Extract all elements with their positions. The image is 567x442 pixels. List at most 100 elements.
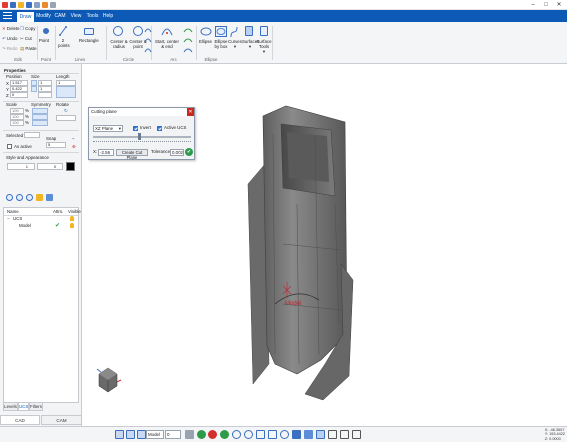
ucs-folder-icon[interactable] (36, 194, 43, 201)
position-z-input[interactable]: 0 (10, 92, 28, 98)
view-cube-icon[interactable] (96, 367, 122, 393)
new-file-icon[interactable] (10, 2, 16, 8)
ucs-copy-icon[interactable] (26, 194, 33, 201)
close-icon[interactable]: ✕ (553, 0, 565, 10)
copy-button[interactable]: ❐ Copy (20, 26, 35, 31)
zoom-window-icon[interactable] (244, 430, 253, 439)
curves-button[interactable]: Curves ▾ (228, 39, 242, 49)
undo-button[interactable]: ↶ Undo (2, 36, 17, 41)
arc-small-tools-icon[interactable] (144, 26, 152, 56)
ucs-world-icon[interactable] (115, 430, 124, 439)
menu-tools[interactable]: Tools (85, 10, 100, 22)
ucs-view-icon[interactable] (137, 430, 146, 439)
tolerance-input[interactable]: 0.002 (170, 149, 184, 156)
cut-button[interactable]: ✂ Cut (20, 36, 32, 41)
rotate-input[interactable] (56, 115, 76, 121)
line-two-points-icon[interactable] (59, 26, 67, 36)
measure-icon[interactable] (340, 430, 349, 439)
two-points-button[interactable]: 2 points (58, 38, 70, 48)
active-ucs-checkbox[interactable] (157, 126, 162, 131)
point-icon[interactable] (43, 28, 49, 34)
arc-extra-tools-icon[interactable] (183, 26, 193, 56)
ellipse-icon[interactable] (200, 27, 212, 36)
snap-target-icon[interactable]: ⊕ (72, 144, 76, 150)
menu-help[interactable]: Help (101, 10, 115, 22)
ellipse-button[interactable]: Ellipse (199, 39, 212, 44)
visible-bulb-icon[interactable] (70, 216, 74, 221)
tab-ucs[interactable]: UCS (18, 403, 29, 411)
tree-item-ucs[interactable]: UCS (13, 216, 22, 221)
symmetry-z-button[interactable] (32, 120, 48, 126)
confirm-check-icon[interactable]: ✔ (185, 148, 193, 156)
scale-z-input[interactable]: 100 (10, 120, 24, 126)
level-select[interactable]: 0 (165, 430, 181, 439)
line-width-select[interactable]: 0 (37, 163, 63, 170)
menu-modify[interactable]: Modify (35, 10, 52, 22)
quick-undo-icon[interactable] (42, 2, 48, 8)
rectangle-icon[interactable] (84, 28, 94, 35)
pan-icon[interactable] (268, 430, 277, 439)
line-style-select[interactable]: 1 (7, 163, 35, 170)
ellipse-by-box-icon[interactable] (215, 26, 227, 37)
snap-input[interactable]: 5 (46, 142, 66, 148)
record-icon[interactable] (208, 430, 217, 439)
shading-icon[interactable] (316, 430, 325, 439)
ucs-edit-icon[interactable] (16, 194, 23, 201)
color-swatch[interactable] (66, 162, 75, 171)
ortho-icon[interactable] (220, 430, 229, 439)
menu-draw[interactable]: Draw (17, 12, 34, 22)
rotate-icon[interactable]: ↻ (64, 108, 68, 114)
size-z-input[interactable] (38, 92, 52, 98)
surfaces-icon[interactable] (245, 26, 253, 36)
settings-icon[interactable] (352, 430, 361, 439)
create-cut-plane-button[interactable]: Create Cut Plane (116, 149, 148, 160)
delete-button[interactable]: ✕ Delete (2, 26, 20, 31)
hamburger-menu-icon[interactable] (3, 12, 12, 20)
selected-input[interactable] (24, 132, 40, 138)
paste-button[interactable]: ▤ Paste (20, 46, 37, 51)
save-icon[interactable] (26, 2, 32, 8)
surface-tools-icon[interactable] (260, 26, 268, 36)
tab-cad[interactable]: CAD (0, 415, 40, 425)
plane-slider-track[interactable] (93, 136, 191, 138)
as-active-checkbox[interactable] (7, 144, 12, 149)
redo-button[interactable]: ↷ Redo (2, 46, 17, 51)
ucs-local-icon[interactable] (126, 430, 135, 439)
plane-slider-handle[interactable] (138, 133, 141, 140)
start-center-end-button[interactable]: Start, center & end (154, 39, 180, 49)
print-icon[interactable] (34, 2, 40, 8)
menu-cam[interactable]: CAM (53, 10, 67, 22)
surface-tools-button[interactable]: Surface Tools ▾ (256, 39, 272, 54)
circle-center-radius-icon[interactable] (113, 26, 123, 36)
rectangle-button[interactable]: Rectangle (79, 38, 99, 43)
cut-plane-icon[interactable] (328, 430, 337, 439)
open-file-icon[interactable] (18, 2, 24, 8)
printer-icon[interactable] (185, 430, 194, 439)
dialog-close-icon[interactable]: ✕ (187, 108, 194, 116)
circle-center-point-icon[interactable] (133, 26, 143, 36)
maximize-icon[interactable]: □ (540, 0, 552, 10)
view-front-icon[interactable] (292, 430, 301, 439)
zoom-icon[interactable] (232, 430, 241, 439)
invert-checkbox[interactable] (133, 126, 138, 131)
tab-levels[interactable]: Levels (3, 403, 18, 411)
view-iso-icon[interactable] (304, 430, 313, 439)
center-radius-button[interactable]: Center & radius (110, 39, 128, 49)
arc-start-center-end-icon[interactable] (161, 25, 173, 37)
snap-magnet-icon[interactable]: ⌁ (72, 136, 75, 142)
x-value-input[interactable]: -2.56 (98, 149, 114, 156)
menu-view[interactable]: View (69, 10, 83, 22)
ucs-properties-icon[interactable] (46, 194, 53, 201)
tab-cam[interactable]: CAM (41, 415, 82, 425)
mode-select[interactable]: Model (146, 430, 164, 439)
tree-expand-icon[interactable]: − (7, 216, 10, 221)
tab-filters[interactable]: Filters (29, 403, 43, 411)
visible-bulb-icon[interactable] (70, 223, 74, 228)
plane-select[interactable]: XZ Plane ▾ (93, 125, 123, 132)
orbit-icon[interactable] (280, 430, 289, 439)
point-button[interactable]: Point (39, 38, 49, 43)
zoom-extents-icon[interactable] (256, 430, 265, 439)
ucs-add-icon[interactable] (6, 194, 13, 201)
curves-icon[interactable] (230, 26, 238, 38)
tree-item-model[interactable]: Model (19, 223, 31, 228)
